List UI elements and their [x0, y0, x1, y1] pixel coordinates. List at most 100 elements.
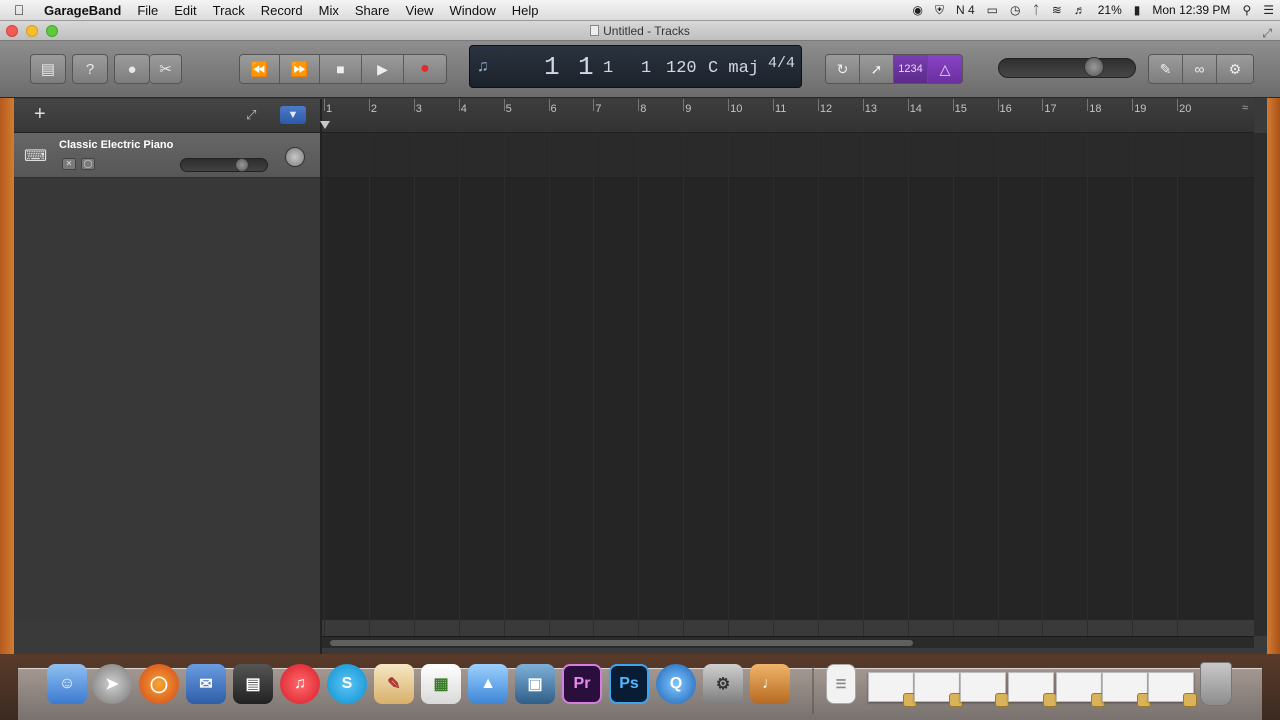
minimized-window-thumbnail[interactable] — [1056, 672, 1105, 707]
master-volume-knob[interactable] — [1084, 57, 1104, 77]
fast-forward-icon: ⏩ — [290, 60, 309, 77]
menu-file[interactable]: File — [129, 0, 166, 21]
system-preferences-icon[interactable]: ⚙ — [703, 664, 743, 704]
track-volume-knob[interactable] — [235, 158, 249, 172]
skype-icon[interactable]: S — [327, 664, 367, 704]
ruler-bar-number: 18 — [1089, 103, 1102, 115]
stop-button[interactable]: ■ — [320, 55, 362, 83]
finder-icon[interactable]: ☺ — [47, 664, 87, 704]
headphones-icon[interactable]: ◯ — [81, 158, 95, 170]
minimized-window-thumbnail[interactable] — [868, 672, 917, 707]
apple-menu-icon[interactable]:  — [0, 2, 38, 18]
clock[interactable]: Mon 12:39 PM — [1146, 3, 1236, 17]
minimized-window-thumbnail[interactable] — [1102, 672, 1151, 707]
cycle-button[interactable]: ↻ — [826, 55, 860, 83]
launchpad-icon[interactable]: ➤ — [92, 664, 132, 704]
volume-icon[interactable]: ♬ — [1068, 3, 1092, 17]
menu-app-name[interactable]: GarageBand — [38, 0, 129, 21]
zoom-window-button[interactable] — [46, 25, 58, 37]
spotlight-icon[interactable]: ⚲ — [1236, 3, 1257, 17]
minimized-window-thumbnail[interactable] — [1008, 672, 1057, 707]
track-row[interactable]: ⌨ Classic Electric Piano ✕ ◯ — [14, 133, 320, 178]
metronome-button[interactable]: △ — [928, 55, 962, 83]
menu-window[interactable]: Window — [442, 0, 504, 21]
catch-playhead-icon[interactable]: ⤢ — [246, 107, 256, 123]
notepad-button[interactable]: ✎ — [1149, 55, 1183, 83]
timeline-ruler[interactable]: ≈ 1 2 3 4 5 6 7 8 9 10 11 12 13 14 15 16 17 18 19 20 — [320, 99, 1254, 133]
keynote-icon[interactable]: ▲ — [468, 664, 508, 704]
smart-controls-button[interactable]: ● — [114, 54, 150, 84]
library-button[interactable]: ▤ — [30, 54, 66, 84]
battery-icon[interactable]: ▮ — [1128, 3, 1147, 17]
fast-forward-button[interactable]: ⏩ — [280, 55, 320, 83]
preview-icon[interactable]: ▣ — [515, 664, 555, 704]
minimized-window-thumbnail[interactable] — [1148, 672, 1197, 707]
mail-icon[interactable]: ✉ — [186, 664, 226, 704]
notification-center-icon[interactable]: ☰ — [1257, 3, 1280, 17]
quicktime-icon[interactable]: Q — [656, 664, 696, 704]
ruler-zoom-icon[interactable]: ≈ — [1242, 102, 1248, 114]
menu-track[interactable]: Track — [205, 0, 253, 21]
mute-button[interactable]: ✕ — [62, 158, 76, 170]
track-header-bar: + ⤢ ▼ — [14, 99, 320, 133]
menu-share[interactable]: Share — [347, 0, 398, 21]
tuner-button[interactable]: ➚ — [860, 55, 894, 83]
count-in-button[interactable]: 1234 — [894, 55, 928, 83]
add-track-button[interactable]: + — [34, 103, 46, 126]
menu-help[interactable]: Help — [504, 0, 547, 21]
play-button[interactable]: ▶ — [362, 55, 404, 83]
track-lane[interactable] — [322, 133, 1254, 178]
tracks-area[interactable] — [322, 133, 1254, 641]
garageband-icon[interactable]: ♩ — [750, 664, 790, 704]
master-volume-slider[interactable] — [998, 58, 1136, 78]
time-machine-icon[interactable]: ◷ — [1004, 3, 1026, 17]
firefox-icon[interactable]: ◯ — [139, 664, 179, 704]
rewind-button[interactable]: ⏪ — [240, 55, 280, 83]
vertical-scrollbar[interactable] — [1254, 133, 1267, 636]
menu-edit[interactable]: Edit — [166, 0, 204, 21]
ruler-bar-number: 6 — [550, 103, 557, 115]
ruler-bar-number: 5 — [505, 103, 512, 115]
horizontal-scroll-thumb[interactable] — [330, 640, 913, 646]
shield-icon[interactable]: ⛨ — [929, 3, 950, 18]
menu-record[interactable]: Record — [253, 0, 311, 21]
filter-icon[interactable]: ▼ — [280, 106, 306, 124]
media-browser-button[interactable]: ⚙ — [1217, 55, 1253, 83]
editors-button[interactable]: ✂ — [150, 54, 182, 84]
utility-app-icon[interactable]: ▤ — [233, 664, 273, 704]
track-volume-slider[interactable] — [180, 158, 268, 172]
quick-help-button[interactable]: ? — [72, 54, 108, 84]
lcd-time-signature[interactable]: 4/4 — [768, 55, 795, 72]
playhead[interactable] — [320, 121, 330, 129]
track-name[interactable]: Classic Electric Piano — [59, 139, 173, 151]
pages-icon[interactable]: ✎ — [374, 664, 414, 704]
track-pan-knob[interactable] — [285, 147, 305, 167]
document-icon[interactable]: ☰ — [826, 664, 856, 704]
bluetooth-icon[interactable]: ᛏ — [1026, 3, 1045, 17]
display-icon[interactable]: ▭ — [981, 3, 1004, 17]
itunes-icon[interactable]: ♫ — [280, 664, 320, 704]
wifi-icon[interactable]: ≋ — [1046, 3, 1068, 17]
photoshop-icon[interactable]: Ps — [609, 664, 649, 704]
fullscreen-icon[interactable]: ⤢ — [1262, 23, 1272, 43]
lcd-key[interactable]: C maj — [708, 59, 759, 78]
battery-percent[interactable]: 21% — [1092, 3, 1128, 17]
minimized-window-thumbnail[interactable] — [960, 672, 1009, 707]
minimize-window-button[interactable] — [26, 25, 38, 37]
loop-browser-button[interactable]: ∞ — [1183, 55, 1217, 83]
record-button[interactable]: ● — [404, 55, 446, 83]
screen-record-icon[interactable]: ◉ — [906, 3, 928, 17]
numbers-icon[interactable]: ▦ — [421, 664, 461, 704]
close-window-button[interactable] — [6, 25, 18, 37]
menu-mix[interactable]: Mix — [311, 0, 347, 21]
play-icon: ▶ — [377, 60, 388, 77]
premiere-icon[interactable]: Pr — [562, 664, 602, 704]
lcd-tempo[interactable]: 120 — [666, 59, 697, 78]
horizontal-scrollbar[interactable] — [322, 636, 1254, 648]
notifications-badge-icon[interactable]: N 4 — [950, 3, 981, 17]
menu-view[interactable]: View — [398, 0, 442, 21]
trash-icon[interactable] — [1200, 662, 1232, 706]
lcd-display[interactable]: ♫ 1 1 1 1 120 C maj 4/4 — [469, 45, 802, 88]
minimized-window-thumbnail[interactable] — [914, 672, 963, 707]
ruler-bar-number: 1 — [326, 103, 333, 115]
